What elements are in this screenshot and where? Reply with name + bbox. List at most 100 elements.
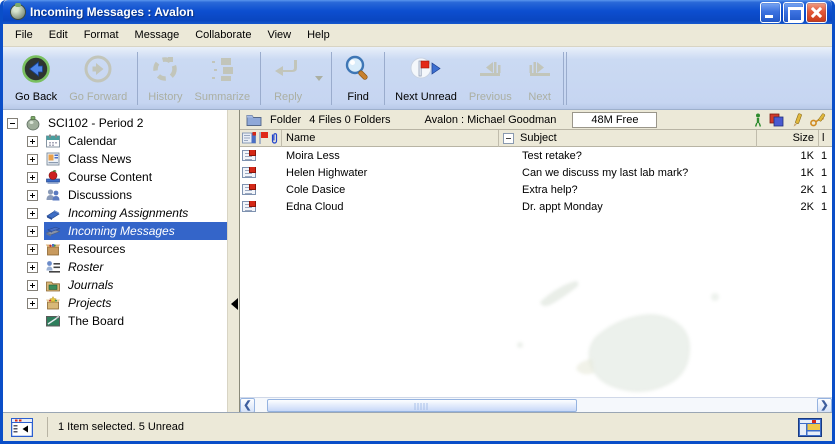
column-collapse-icon[interactable] [503, 133, 514, 144]
pencil-icon [791, 113, 803, 127]
column-header-size[interactable]: Size [756, 130, 818, 147]
go-forward-icon [83, 53, 113, 85]
column-header-name[interactable]: Name [282, 130, 498, 147]
message-row[interactable]: Moira Less Test retake? 1K 1 [240, 147, 832, 164]
column-header-last-truncated[interactable]: l [818, 130, 832, 147]
reply-dropdown-arrow-icon [315, 76, 323, 81]
attachment-column-icon[interactable] [270, 132, 279, 145]
menu-format[interactable]: Format [76, 26, 127, 44]
expand-plus-icon[interactable] [27, 280, 38, 291]
sender-name: Edna Cloud [282, 201, 498, 213]
expand-plus-icon[interactable] [27, 154, 38, 165]
close-button[interactable] [806, 2, 827, 23]
expand-plus-icon[interactable] [27, 298, 38, 309]
collapse-panel-arrow-icon[interactable] [231, 298, 238, 310]
message-list: Moira Less Test retake? 1K 1 Helen Highw… [240, 147, 832, 397]
blue-book-icon [44, 205, 61, 221]
unread-message-icon [242, 184, 256, 195]
message-subject: Dr. appt Monday [498, 201, 756, 213]
menu-message[interactable]: Message [127, 26, 188, 44]
sidebar-item-projects[interactable]: Projects [3, 294, 227, 312]
scroll-right-arrow-icon[interactable]: ❯ [817, 398, 832, 413]
sidebar-item-incoming-messages[interactable]: Incoming Messages [3, 222, 227, 240]
sidebar-item-roster[interactable]: Roster [3, 258, 227, 276]
reply-icon [271, 53, 305, 85]
find-button[interactable]: Find [336, 50, 380, 107]
sidebar-item-course-content[interactable]: Course Content [3, 168, 227, 186]
next-unread-button[interactable]: Next Unread [389, 50, 463, 107]
expand-plus-icon[interactable] [27, 172, 38, 183]
sender-name: Moira Less [282, 150, 498, 162]
minimize-button[interactable] [760, 2, 781, 23]
message-date-truncated: 1 [818, 184, 832, 196]
message-row[interactable]: Helen Highwater Can we discuss my last l… [240, 164, 832, 181]
folder-icon [246, 113, 262, 126]
sidebar-item-sci102[interactable]: SCI102 - Period 2 [3, 114, 227, 132]
app-flask-icon [10, 4, 26, 20]
sidebar-item-class-news[interactable]: Class News [3, 150, 227, 168]
expand-plus-icon[interactable] [27, 262, 38, 273]
next-button: Next [518, 50, 562, 107]
split-view-icon[interactable] [11, 418, 33, 437]
expand-plus-icon[interactable] [27, 208, 38, 219]
menu-view[interactable]: View [259, 26, 299, 44]
go-back-button[interactable]: Go Back [9, 50, 63, 107]
go-forward-button: Go Forward [63, 50, 133, 107]
unread-message-icon [242, 201, 256, 212]
summarize-button: Summarize [189, 50, 257, 107]
previous-button: Previous [463, 50, 518, 107]
list-header: Name Subject Size l [240, 130, 832, 147]
flag-column-icon[interactable] [258, 132, 268, 144]
message-row[interactable]: Edna Cloud Dr. appt Monday 2K 1 [240, 198, 832, 215]
scrollbar-thumb[interactable] [267, 399, 577, 412]
sidebar-item-calendar[interactable]: Calendar [3, 132, 227, 150]
history-button: History [142, 50, 188, 107]
column-header-subject[interactable]: Subject [498, 130, 756, 147]
maximize-button[interactable] [783, 2, 804, 23]
message-subject: Test retake? [498, 150, 756, 162]
stacked-books-icon [44, 223, 61, 239]
person-permission-icon [754, 113, 762, 127]
scroll-left-arrow-icon[interactable]: ❮ [240, 398, 255, 413]
folder-tree: SCI102 - Period 2 Calendar Class News [3, 110, 227, 412]
menu-edit[interactable]: Edit [41, 26, 76, 44]
menu-file[interactable]: File [7, 26, 41, 44]
panel-splitter[interactable] [227, 110, 240, 412]
expand-plus-icon[interactable] [27, 244, 38, 255]
horizontal-scrollbar[interactable]: ❮ ❯ [240, 397, 832, 412]
history-icon [150, 53, 180, 85]
sidebar-item-incoming-assignments[interactable]: Incoming Assignments [3, 204, 227, 222]
key-pencil-icon [810, 113, 826, 127]
sidebar-item-resources[interactable]: Resources [3, 240, 227, 258]
sidebar-item-journals[interactable]: Journals [3, 276, 227, 294]
toolbar: Go Back Go Forward History Summarize Rep… [3, 47, 832, 110]
message-subject: Extra help? [498, 184, 756, 196]
sidebar-item-discussions[interactable]: Discussions [3, 186, 227, 204]
flask-icon [24, 115, 41, 131]
menu-collaborate[interactable]: Collaborate [187, 26, 259, 44]
groups-permission-icon [769, 113, 784, 127]
message-type-column-icon[interactable] [242, 132, 256, 144]
projects-icon [44, 295, 61, 311]
message-row[interactable]: Cole Dasice Extra help? 2K 1 [240, 181, 832, 198]
app-window: Incoming Messages : Avalon File Edit For… [0, 0, 835, 444]
summarize-icon [207, 53, 237, 85]
menu-help[interactable]: Help [299, 26, 338, 44]
watermark-map-graphic [500, 267, 760, 397]
go-back-icon [21, 53, 51, 85]
roster-icon [44, 259, 61, 275]
people-icon [44, 187, 61, 203]
status-text: 1 Item selected. 5 Unread [58, 421, 184, 433]
folder-info-bar: Folder 4 Files 0 Folders Avalon : Michae… [240, 110, 832, 130]
sidebar-item-the-board[interactable]: The Board [3, 312, 227, 330]
expand-plus-icon[interactable] [27, 226, 38, 237]
expand-plus-icon[interactable] [27, 136, 38, 147]
window-title: Incoming Messages : Avalon [30, 5, 760, 19]
message-size: 1K [756, 167, 818, 179]
expand-plus-icon[interactable] [27, 190, 38, 201]
collapse-minus-icon[interactable] [7, 118, 18, 129]
calendar-icon [44, 133, 61, 149]
layout-view-icon[interactable] [798, 418, 822, 437]
menu-bar: File Edit Format Message Collaborate Vie… [3, 24, 832, 47]
status-bar: 1 Item selected. 5 Unread [3, 412, 832, 441]
